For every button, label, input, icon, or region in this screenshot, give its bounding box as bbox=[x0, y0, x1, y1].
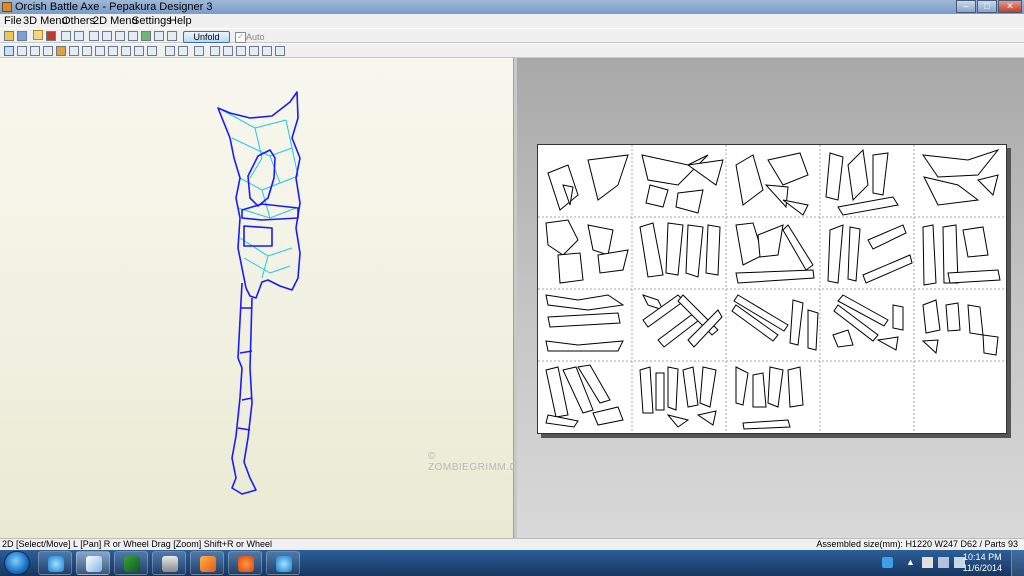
tray-app-icon[interactable] bbox=[882, 557, 893, 568]
status-hint: 2D [Select/Move] L [Pan] R or Wheel Drag… bbox=[2, 539, 273, 549]
scale-icon[interactable] bbox=[194, 46, 204, 56]
taskbar-blender-app[interactable] bbox=[228, 551, 262, 575]
edge-icon[interactable] bbox=[89, 31, 99, 41]
menu-2d[interactable]: 2D Menu bbox=[93, 15, 138, 27]
blender-icon bbox=[238, 556, 254, 572]
open-icon[interactable] bbox=[4, 31, 14, 41]
select-icon[interactable] bbox=[4, 46, 14, 56]
text-icon[interactable] bbox=[82, 46, 92, 56]
cut-icon[interactable] bbox=[102, 31, 112, 41]
taskbar-fern-app[interactable] bbox=[114, 551, 148, 575]
status-assembled-size: Assembled size(mm): H1220 W247 D62 / Par… bbox=[816, 539, 1018, 549]
tray-network-icon[interactable] bbox=[922, 557, 933, 568]
align-center-icon[interactable] bbox=[223, 46, 233, 56]
maximize-button[interactable]: □ bbox=[977, 0, 997, 13]
menu-settings[interactable]: Settings bbox=[132, 15, 172, 27]
print-sheet bbox=[537, 144, 1007, 434]
menu-file[interactable]: File bbox=[4, 15, 22, 27]
color-icon[interactable] bbox=[46, 31, 56, 41]
menu-3d[interactable]: 3D Menu bbox=[23, 15, 68, 27]
clock-time: 10:14 PM bbox=[963, 552, 1002, 562]
window-title: Orcish Battle Axe - Pepakura Designer 3 bbox=[15, 1, 213, 13]
window-two-icon[interactable] bbox=[167, 31, 177, 41]
title-bar: Orcish Battle Axe - Pepakura Designer 3 … bbox=[0, 0, 1024, 14]
print-icon[interactable] bbox=[165, 46, 175, 56]
auto-label: Auto bbox=[246, 32, 265, 42]
clock[interactable]: 10:14 PM 11/6/2014 bbox=[963, 552, 1002, 574]
taskbar-internet-explorer-2[interactable] bbox=[266, 551, 300, 575]
edit-toolbar bbox=[0, 43, 1024, 58]
rotate-part-icon[interactable] bbox=[30, 46, 40, 56]
start-button[interactable] bbox=[4, 551, 30, 575]
menu-others[interactable]: Others bbox=[62, 15, 95, 27]
texture-icon[interactable] bbox=[33, 30, 43, 40]
internet-explorer-icon bbox=[48, 556, 64, 572]
taskbar-media-app[interactable] bbox=[152, 551, 186, 575]
arrange-icon[interactable] bbox=[56, 46, 66, 56]
fold-line-icon[interactable] bbox=[69, 46, 79, 56]
move-icon[interactable] bbox=[17, 46, 27, 56]
office-icon bbox=[200, 556, 216, 572]
unfold-undo-button[interactable]: Unfold Undo bbox=[183, 31, 230, 53]
menu-help[interactable]: Help bbox=[169, 15, 192, 27]
print-preview-icon[interactable] bbox=[178, 46, 188, 56]
window-one-icon[interactable] bbox=[154, 31, 164, 41]
minimize-button[interactable]: – bbox=[956, 0, 976, 13]
main-toolbar bbox=[0, 28, 1024, 43]
clock-date: 11/6/2014 bbox=[962, 563, 1002, 573]
save-icon[interactable] bbox=[17, 31, 27, 41]
image-icon[interactable] bbox=[95, 46, 105, 56]
fern-icon bbox=[124, 556, 140, 572]
tray-expand-icon[interactable]: ▲ bbox=[906, 557, 917, 568]
media-icon bbox=[162, 556, 178, 572]
unfolded-parts bbox=[538, 145, 1006, 433]
status-bar: 2D [Select/Move] L [Pan] R or Wheel Drag… bbox=[0, 538, 1024, 550]
paint-icon[interactable] bbox=[141, 31, 151, 41]
taskbar-pepakura-designer[interactable] bbox=[76, 551, 110, 575]
page-icon[interactable] bbox=[134, 46, 144, 56]
internet-explorer-icon bbox=[276, 556, 292, 572]
align-top-icon[interactable] bbox=[249, 46, 259, 56]
auto-checkbox[interactable]: ✓ bbox=[235, 32, 246, 43]
zoom-in-icon[interactable] bbox=[262, 46, 272, 56]
tray-volume-icon[interactable] bbox=[938, 557, 949, 568]
rotate-left-icon[interactable] bbox=[61, 31, 71, 41]
menu-bar: File 3D Menu Others 2D Menu Settings Hel… bbox=[0, 14, 1024, 28]
taskbar: ▲ 10:14 PM 11/6/2014 bbox=[0, 550, 1024, 576]
number-icon[interactable] bbox=[108, 46, 118, 56]
taskbar-office-app[interactable] bbox=[190, 551, 224, 575]
pepakura-icon bbox=[86, 556, 102, 572]
3d-view[interactable]: © ZOMBIEGRIMM.DEVIANTART.COM bbox=[0, 58, 603, 538]
flap-icon[interactable] bbox=[128, 31, 138, 41]
rotate-right-icon[interactable] bbox=[74, 31, 84, 41]
close-button[interactable]: ✕ bbox=[998, 0, 1022, 13]
flip-icon[interactable] bbox=[43, 46, 53, 56]
layout-icon[interactable] bbox=[147, 46, 157, 56]
align-left-icon[interactable] bbox=[210, 46, 220, 56]
pepakura-app-icon[interactable] bbox=[2, 2, 12, 12]
show-desktop-button[interactable] bbox=[1011, 550, 1024, 576]
zoom-out-icon[interactable] bbox=[275, 46, 285, 56]
grid-icon[interactable] bbox=[121, 46, 131, 56]
2d-view[interactable] bbox=[517, 58, 1024, 538]
taskbar-internet-explorer[interactable] bbox=[38, 551, 72, 575]
align-right-icon[interactable] bbox=[236, 46, 246, 56]
join-icon[interactable] bbox=[115, 31, 125, 41]
